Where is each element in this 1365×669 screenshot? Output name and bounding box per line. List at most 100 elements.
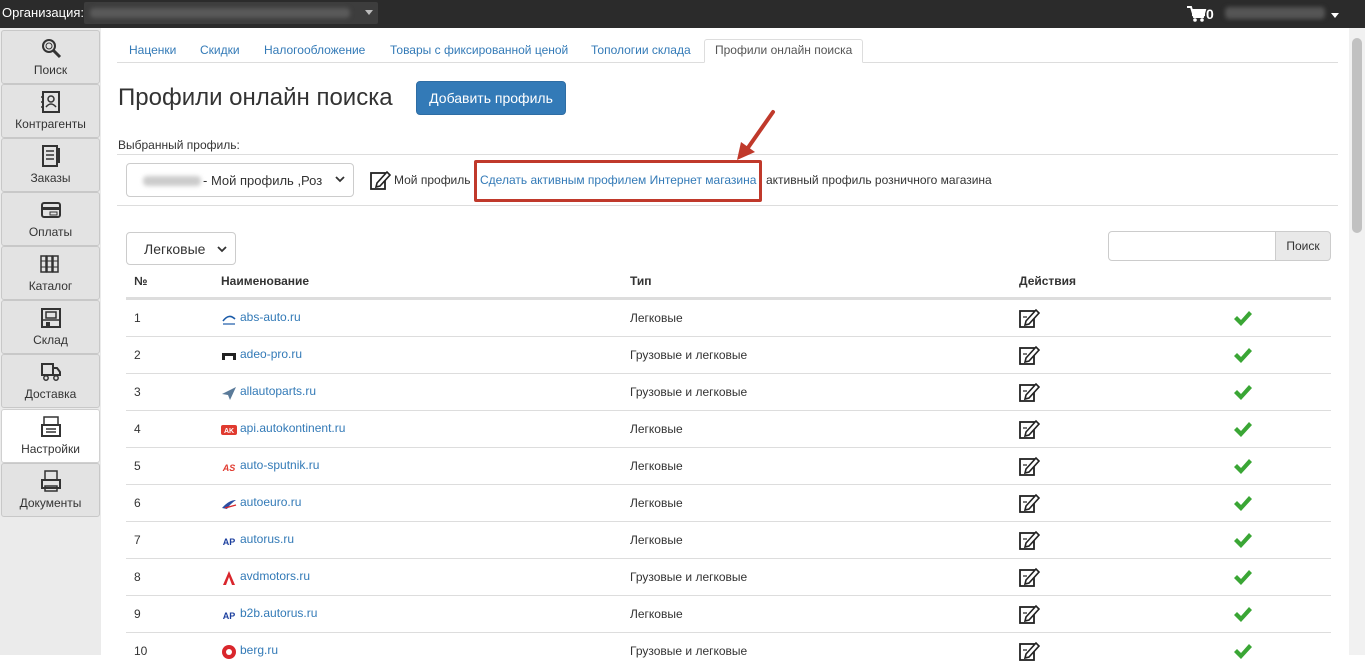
supplier-type: Легковые (630, 533, 683, 547)
supplier-name-link[interactable]: adeo-pro.ru (240, 347, 302, 361)
contacts-icon (41, 91, 60, 113)
supplier-type: Грузовые и легковые (630, 570, 748, 584)
organization-label: Организация: (2, 5, 85, 20)
tab-warehouse-topology[interactable]: Топологии склада (591, 39, 691, 63)
edit-icon[interactable] (1018, 566, 1040, 588)
page-title: Профили онлайн поиска (118, 84, 393, 111)
table-row: 9 AP b2b.autorus.ru Легковые (126, 595, 1331, 632)
vehicle-type-select[interactable]: Легковые (126, 232, 236, 265)
catalog-icon (40, 255, 59, 273)
row-number: 7 (134, 533, 141, 547)
active-check-icon[interactable] (1233, 495, 1253, 513)
profile-select[interactable]: - Мой профиль ,Роз (126, 163, 354, 197)
cart-count[interactable]: 0 (1206, 6, 1214, 22)
row-number: 4 (134, 422, 141, 436)
edit-icon[interactable] (1018, 492, 1040, 514)
active-check-icon[interactable] (1233, 347, 1253, 365)
sidebar-item-label: Контрагенты (15, 117, 86, 131)
tab-fixed-price-goods[interactable]: Товары с фиксированной ценой (390, 39, 568, 63)
sidebar-item-payments[interactable]: Оплаты (1, 192, 100, 246)
divider (117, 154, 1338, 155)
sidebar-item-warehouse[interactable]: Склад (1, 300, 100, 354)
row-number: 10 (134, 644, 148, 658)
table-row: 8 avdmotors.ru Грузовые и легковые (126, 558, 1331, 595)
vehicle-type-value: Легковые (144, 241, 206, 257)
documents-icon (41, 470, 61, 492)
chevron-down-icon (365, 10, 373, 15)
user-name-blurred[interactable] (1225, 7, 1325, 19)
sidebar-item-documents[interactable]: Документы (1, 463, 100, 517)
tab-markups[interactable]: Наценки (129, 39, 176, 63)
active-check-icon[interactable] (1233, 310, 1253, 328)
sidebar-item-delivery[interactable]: Доставка (1, 354, 100, 408)
row-number: 9 (134, 607, 141, 621)
active-check-icon[interactable] (1233, 606, 1253, 624)
sidebar-item-settings[interactable]: Настройки (1, 409, 100, 463)
row-number: 2 (134, 348, 141, 362)
sidebar-item-search[interactable]: Поиск (1, 30, 100, 84)
active-check-icon[interactable] (1233, 458, 1253, 476)
profile-owner-blurred (143, 176, 201, 186)
edit-icon[interactable] (1018, 640, 1040, 662)
sidebar-item-contacts[interactable]: Контрагенты (1, 84, 100, 138)
supplier-name-link[interactable]: allautoparts.ru (240, 384, 316, 398)
supplier-name-link[interactable]: auto-sputnik.ru (240, 458, 319, 472)
sidebar-item-orders[interactable]: Заказы (1, 138, 100, 192)
supplier-name-link[interactable]: autorus.ru (240, 532, 294, 546)
active-check-icon[interactable] (1233, 421, 1253, 439)
selected-profile-label: Выбранный профиль: (118, 138, 240, 152)
search-button[interactable]: Поиск (1275, 231, 1331, 261)
sidebar-item-catalog[interactable]: Каталог (1, 246, 100, 300)
supplier-type: Легковые (630, 422, 683, 436)
supplier-type: Легковые (630, 459, 683, 473)
organization-value-blurred (90, 8, 350, 18)
scrollbar-thumb[interactable] (1352, 38, 1362, 233)
supplier-logo-icon: AS (222, 463, 236, 473)
table-row: 3 allautoparts.ru Грузовые и легковые (126, 373, 1331, 410)
supplier-name-link[interactable]: avdmotors.ru (240, 569, 310, 583)
edit-profile-icon[interactable] (369, 169, 391, 191)
table-header: № Наименование Тип Действия (126, 264, 1331, 299)
supplier-name-link[interactable]: api.autokontinent.ru (240, 421, 345, 435)
edit-icon[interactable] (1018, 418, 1040, 440)
active-check-icon[interactable] (1233, 569, 1253, 587)
tab-online-search-profiles[interactable]: Профили онлайн поиска (704, 39, 864, 63)
supplier-logo-icon: AK (221, 425, 237, 435)
user-menu-chevron-icon[interactable] (1331, 13, 1339, 18)
edit-icon[interactable] (1018, 455, 1040, 477)
supplier-logo-icon (222, 645, 236, 659)
supplier-name-link[interactable]: b2b.autorus.ru (240, 606, 317, 620)
supplier-name-link[interactable]: autoeuro.ru (240, 495, 301, 509)
profile-select-value: - Мой профиль ,Роз (203, 173, 323, 188)
active-check-icon[interactable] (1233, 643, 1253, 661)
edit-icon[interactable] (1018, 381, 1040, 403)
edit-icon[interactable] (1018, 307, 1040, 329)
row-number: 5 (134, 459, 141, 473)
add-profile-button[interactable]: Добавить профиль (416, 81, 566, 115)
svg-text:AP: AP (223, 537, 236, 547)
orders-icon (42, 145, 60, 167)
active-check-icon[interactable] (1233, 532, 1253, 550)
search-input[interactable] (1108, 231, 1276, 261)
tab-taxation[interactable]: Налогообложение (264, 39, 365, 63)
row-number: 1 (134, 311, 141, 325)
edit-icon[interactable] (1018, 529, 1040, 551)
tab-discounts[interactable]: Скидки (200, 39, 240, 63)
supplier-logo-icon (223, 571, 235, 585)
active-check-icon[interactable] (1233, 384, 1253, 402)
organization-select[interactable] (84, 2, 378, 24)
table-row: 6 autoeuro.ru Легковые (126, 484, 1331, 521)
edit-icon[interactable] (1018, 344, 1040, 366)
supplier-name-link[interactable]: abs-auto.ru (240, 310, 301, 324)
sidebar-item-label: Доставка (24, 387, 77, 401)
my-profile-label: Мой профиль (394, 173, 471, 187)
supplier-type: Легковые (630, 496, 683, 510)
supplier-type: Грузовые и легковые (630, 385, 748, 399)
page-scrollbar[interactable] (1349, 28, 1365, 655)
column-header-type: Тип (630, 274, 652, 288)
svg-text:AK: AK (224, 428, 234, 435)
sidebar-item-label: Оплаты (28, 225, 73, 239)
supplier-type: Легковые (630, 311, 683, 325)
row-number: 6 (134, 496, 141, 510)
edit-icon[interactable] (1018, 603, 1040, 625)
